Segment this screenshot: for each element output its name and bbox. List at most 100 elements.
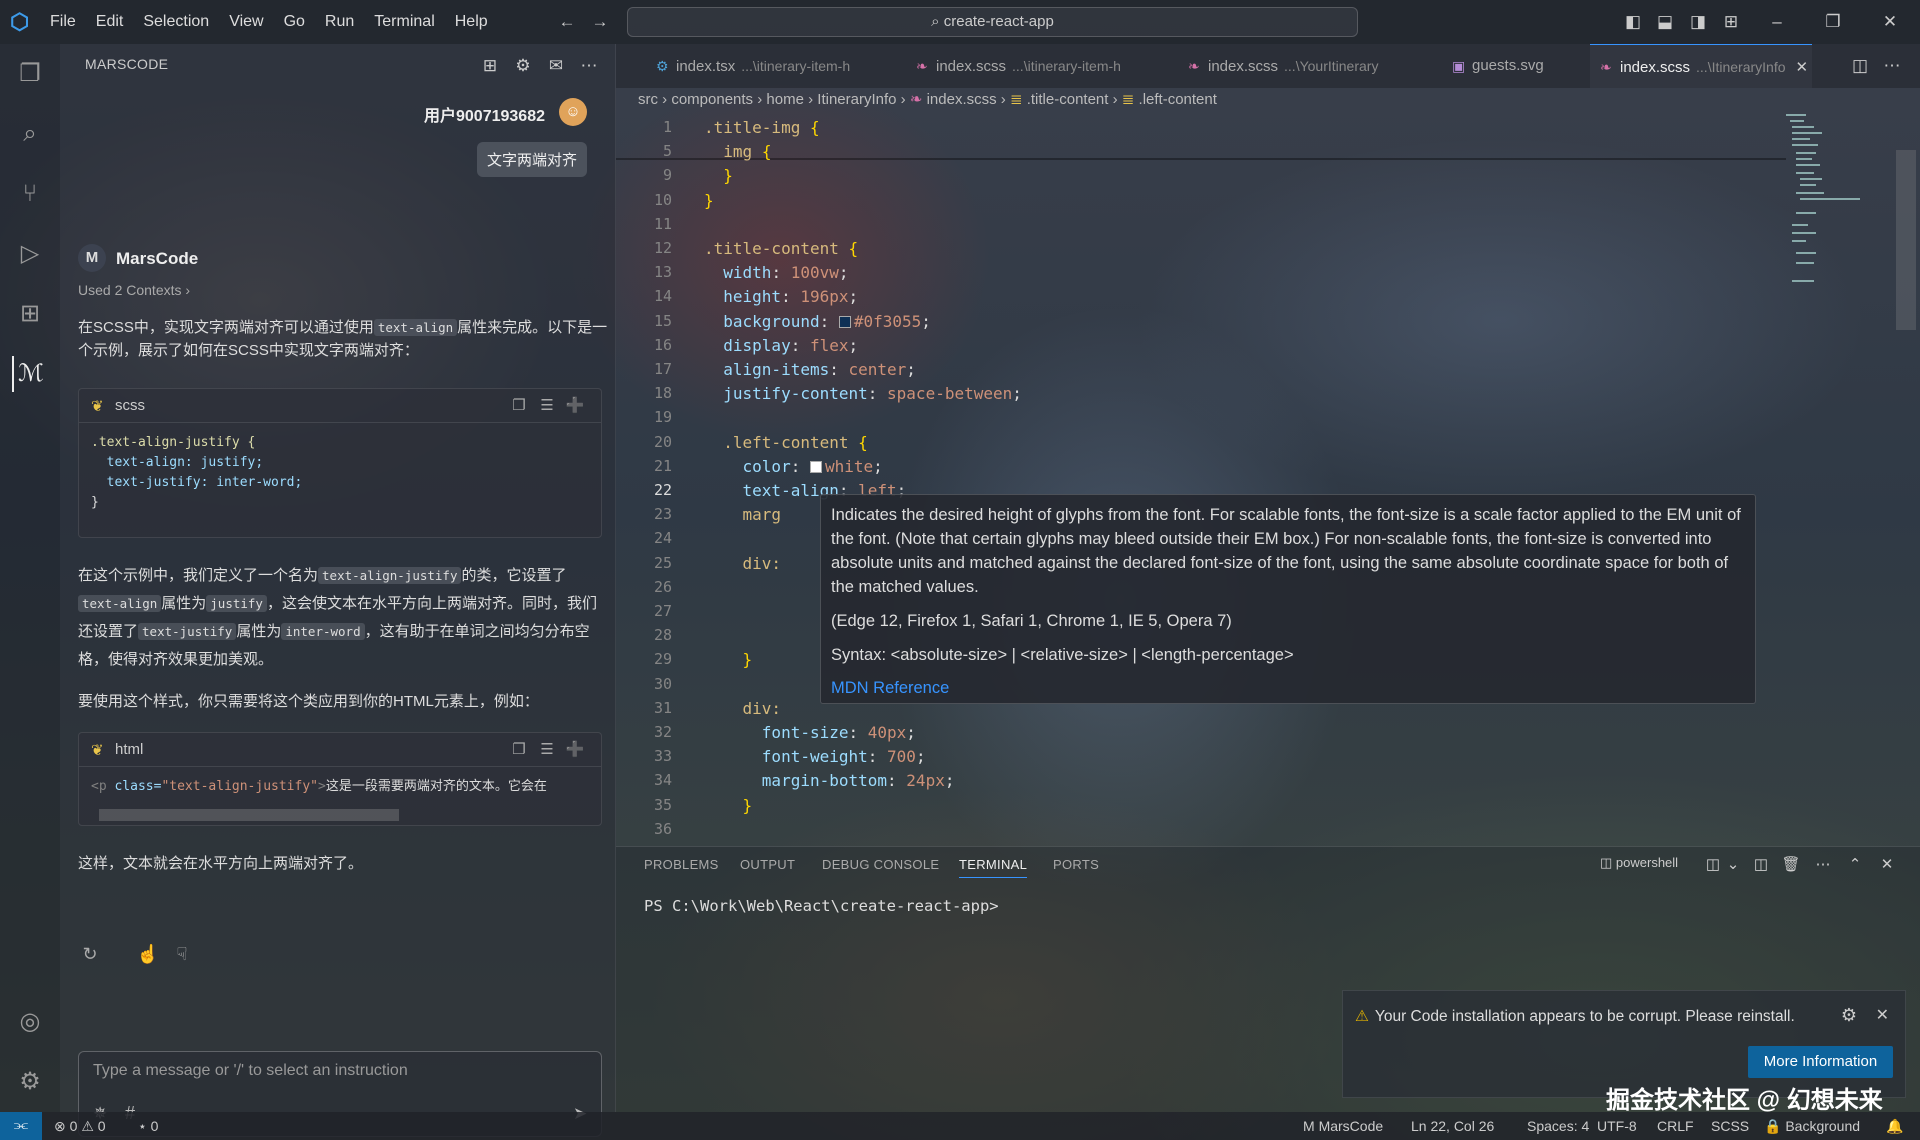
toggle-panel-icon[interactable]: ⬓ xyxy=(1653,10,1677,34)
code-line: } xyxy=(723,166,733,186)
remote-indicator-icon[interactable]: ⫘ xyxy=(0,1112,42,1140)
tab-ports[interactable]: PORTS xyxy=(1053,857,1099,872)
background-status[interactable]: 🔒 Background xyxy=(1764,1112,1860,1140)
close-tab-icon[interactable]: ✕ xyxy=(1796,59,1809,76)
thumbs-up-icon[interactable]: ☝ xyxy=(136,944,160,968)
new-chat-icon[interactable]: ⊞ xyxy=(478,54,502,78)
menu-go[interactable]: Go xyxy=(274,0,315,44)
tab-index-scss-1[interactable]: ❧ index.scss ...\itinerary-item-h xyxy=(906,44,1168,88)
ports-indicator[interactable]: ⋆ 0 xyxy=(138,1112,158,1140)
copy-icon[interactable]: ❐ xyxy=(509,740,529,760)
chevron-down-icon[interactable]: ⌄ xyxy=(1722,855,1744,877)
line-number: 32 xyxy=(653,723,672,741)
editor-scrollbar[interactable] xyxy=(1896,150,1916,330)
language-mode[interactable]: SCSS xyxy=(1711,1112,1749,1140)
tab-guests-svg[interactable]: ▣ guests.svg xyxy=(1442,44,1582,88)
split-terminal-icon[interactable]: ◫ xyxy=(1750,855,1772,877)
run-debug-icon[interactable]: ▷ xyxy=(12,236,48,272)
menu-help[interactable]: Help xyxy=(445,0,498,44)
used-contexts-link[interactable]: Used 2 Contexts › xyxy=(78,282,190,298)
mdn-reference-link[interactable]: MDN Reference xyxy=(831,676,1745,700)
tab-index-scss-2[interactable]: ❧ index.scss ...\YourItinerary xyxy=(1178,44,1434,88)
copy-icon[interactable]: ❐ xyxy=(509,396,529,416)
notifications-bell-icon[interactable]: 🔔 xyxy=(1886,1112,1903,1140)
explorer-icon[interactable]: ❐ xyxy=(12,56,48,92)
tab-debug-console[interactable]: DEBUG CONSOLE xyxy=(822,857,939,872)
code-editor[interactable]: 1 .title-img {5 img {9 } 10} 11 12 .title-con… xyxy=(616,112,1786,844)
new-file-icon[interactable]: ➕ xyxy=(565,740,585,760)
more-information-button[interactable]: More Information xyxy=(1748,1046,1893,1078)
maximize-panel-icon[interactable]: ⌃ xyxy=(1844,855,1866,877)
kill-terminal-icon[interactable]: 🗑 xyxy=(1780,855,1802,877)
editor-more-icon[interactable]: ⋯ xyxy=(1880,54,1904,78)
more-actions-icon[interactable]: ⋯ xyxy=(577,54,601,78)
split-editor-icon[interactable]: ◫ xyxy=(1848,54,1872,78)
code-token: <p xyxy=(91,779,115,794)
restore-icon[interactable]: ❐ xyxy=(1821,10,1845,34)
breadcrumb-item[interactable]: components xyxy=(671,91,753,108)
code-line: width: 100vw; xyxy=(723,263,849,283)
breadcrumb-item[interactable]: src xyxy=(638,91,658,108)
menu-selection[interactable]: Selection xyxy=(133,0,219,44)
chat-history-icon[interactable]: ✉ xyxy=(544,54,568,78)
indentation[interactable]: Spaces: 4 xyxy=(1527,1112,1589,1140)
marscode-status[interactable]: M MarsCode xyxy=(1303,1112,1383,1140)
minimize-icon[interactable]: – xyxy=(1765,10,1789,34)
chevron-right-icon: › xyxy=(808,91,814,108)
tab-terminal[interactable]: TERMINAL xyxy=(959,857,1028,878)
problems-indicator[interactable]: ⊗ 0 ⚠ 0 xyxy=(54,1112,106,1140)
regenerate-icon[interactable]: ↻ xyxy=(78,944,102,968)
search-icon[interactable]: ⌕ xyxy=(12,116,48,152)
breadcrumb-item[interactable]: .title-content xyxy=(1027,91,1109,108)
close-panel-icon[interactable]: ✕ xyxy=(1876,855,1898,877)
source-control-icon[interactable]: ⑂ xyxy=(12,176,48,212)
breadcrumb-item[interactable]: index.scss xyxy=(927,91,997,108)
tab-index-tsx[interactable]: ⚙ index.tsx ...\itinerary-item-h xyxy=(646,44,902,88)
breadcrumb-item[interactable]: ItineraryInfo xyxy=(817,91,896,108)
breadcrumb-item[interactable]: home xyxy=(766,91,804,108)
user-message: 文字两端对齐 xyxy=(476,142,587,177)
terminal-shell-selector[interactable]: ◫ powershell xyxy=(1600,855,1678,877)
extensions-icon[interactable]: ⊞ xyxy=(12,296,48,332)
menu-file[interactable]: File xyxy=(40,0,86,44)
forward-arrow-icon[interactable]: → xyxy=(588,10,612,34)
tab-output[interactable]: OUTPUT xyxy=(740,857,795,872)
marscode-icon[interactable]: ℳ xyxy=(12,356,48,392)
notification-close-icon[interactable]: ✕ xyxy=(1876,1005,1889,1025)
account-icon[interactable]: ◎ xyxy=(12,1004,48,1040)
breadcrumb-item[interactable]: .left-content xyxy=(1139,91,1217,108)
insert-icon[interactable]: ☰ xyxy=(537,396,557,416)
manage-gear-icon[interactable]: ⚙ xyxy=(12,1064,48,1100)
thumbs-down-icon[interactable]: ☟ xyxy=(170,944,194,968)
menu-edit[interactable]: Edit xyxy=(86,0,134,44)
panel-more-icon[interactable]: ⋯ xyxy=(1812,855,1834,877)
encoding[interactable]: UTF-8 xyxy=(1597,1112,1637,1140)
back-arrow-icon[interactable]: ← xyxy=(555,10,579,34)
new-file-icon[interactable]: ➕ xyxy=(565,396,585,416)
chat-input[interactable] xyxy=(93,1062,573,1080)
tab-problems[interactable]: PROBLEMS xyxy=(644,857,719,872)
command-center-search[interactable]: ⌕ create-react-app xyxy=(627,7,1358,37)
minimap[interactable] xyxy=(1786,112,1876,302)
cursor-position[interactable]: Ln 22, Col 26 xyxy=(1411,1112,1494,1140)
title-bar: ⬡ File Edit Selection View Go Run Termin… xyxy=(0,0,1920,44)
close-window-icon[interactable]: ✕ xyxy=(1878,10,1902,34)
customize-layout-icon[interactable]: ⊞ xyxy=(1719,10,1743,34)
tab-path: ...\YourItinerary xyxy=(1284,58,1379,74)
menu-terminal[interactable]: Terminal xyxy=(364,0,444,44)
settings-gear-icon[interactable]: ⚙ xyxy=(511,54,535,78)
horizontal-scrollbar[interactable] xyxy=(99,809,399,821)
tab-index-scss-active[interactable]: ❧ index.scss ...\ItineraryInfo ✕ xyxy=(1590,44,1812,88)
menu-view[interactable]: View xyxy=(219,0,273,44)
end-of-line[interactable]: CRLF xyxy=(1657,1112,1694,1140)
new-terminal-icon[interactable]: ◫ xyxy=(1702,855,1724,877)
warning-icon: ⚠ xyxy=(81,1118,98,1134)
code-content: .text-align-justify { text-align: justif… xyxy=(79,423,601,523)
code-block-scss: ❦ scss ❐ ☰ ➕ .text-align-justify { text-… xyxy=(78,388,602,538)
menu-run[interactable]: Run xyxy=(315,0,364,44)
toggle-secondary-sidebar-icon[interactable]: ◨ xyxy=(1686,10,1710,34)
terminal-prompt[interactable]: PS C:\Work\Web\React\create-react-app> xyxy=(644,897,999,915)
notification-settings-icon[interactable]: ⚙ xyxy=(1841,1005,1857,1026)
insert-icon[interactable]: ☰ xyxy=(537,740,557,760)
toggle-primary-sidebar-icon[interactable]: ◧ xyxy=(1621,10,1645,34)
